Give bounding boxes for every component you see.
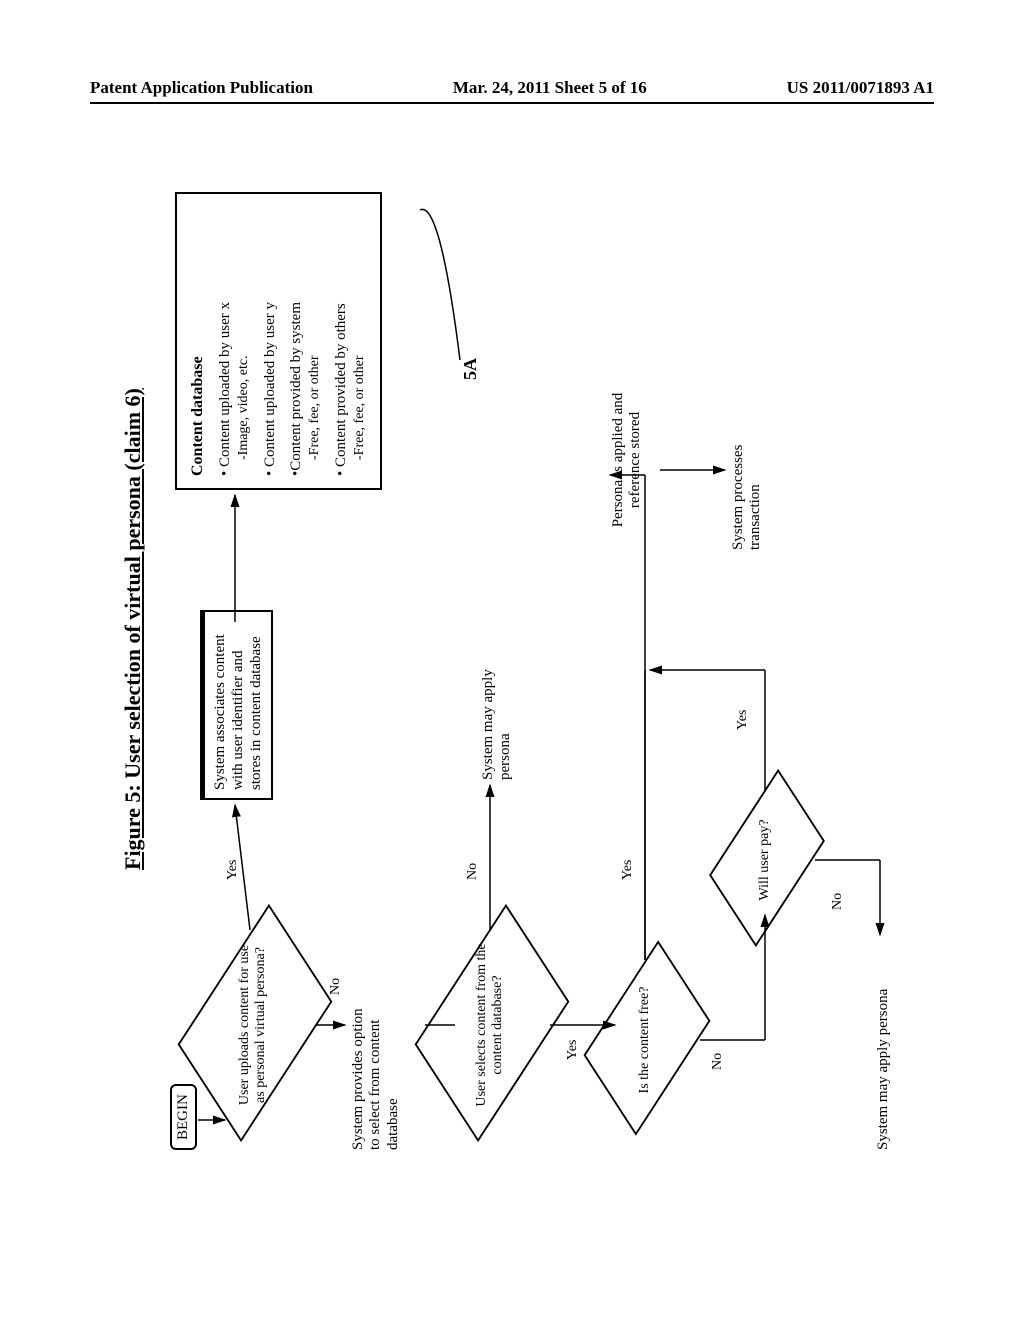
diamond-content-free-text: Is the content free? (637, 975, 653, 1105)
text-apply-persona-1: System may apply persona (480, 630, 515, 780)
label-no-1: No (328, 978, 344, 995)
header-center: Mar. 24, 2011 Sheet 5 of 16 (453, 78, 647, 98)
diamond-user-selects-text: User selects content from the content da… (474, 940, 506, 1110)
diamond-will-user-pay: Will user pay? (725, 800, 805, 920)
diamond-user-uploads-text: User uploads content for use as personal… (237, 940, 269, 1110)
figure-title: Figure 5: User selection of virtual pers… (120, 388, 146, 870)
label-no-3: No (710, 1053, 726, 1070)
process-system-associates: System associates content with user iden… (200, 610, 273, 800)
db-item-system-sub: -Free, fee, or other (306, 206, 325, 460)
db-item-system: Content provided by system (288, 302, 304, 471)
content-database-header: Content database (187, 206, 209, 476)
figure-wrap: Figure 5: User selection of virtual pers… (120, 170, 904, 1170)
diamond-user-selects: User selects content from the content da… (435, 945, 545, 1105)
db-item-others: Content provided by others (333, 303, 349, 467)
label-yes-3: Yes (620, 860, 636, 880)
label-yes-4: Yes (735, 710, 751, 730)
text-persona-applied: Persona is applied and reference stored (610, 370, 645, 550)
begin-box: BEGIN (170, 1084, 197, 1150)
header-right: US 2011/0071893 A1 (787, 78, 934, 98)
text-system-provides-option: System provides option to select from co… (350, 1000, 402, 1150)
db-item-user-x: Content uploaded by user x (217, 302, 233, 467)
header-left: Patent Application Publication (90, 78, 313, 98)
db-item-others-sub: -Free, fee, or other (351, 206, 370, 460)
figure-ref-5a: 5A (460, 358, 481, 380)
db-item-user-x-sub: -Image, video, etc. (235, 206, 254, 460)
label-no-4: No (830, 893, 846, 910)
diamond-will-user-pay-text: Will user pay? (757, 805, 773, 915)
content-database-box: Content database • Content uploaded by u… (175, 192, 382, 490)
db-item-user-y: Content uploaded by user y (262, 302, 278, 467)
text-apply-persona-2: System may apply persona (875, 930, 892, 1150)
page-header: Patent Application Publication Mar. 24, … (0, 78, 1024, 98)
diamond-user-uploads: User uploads content for use as personal… (198, 945, 308, 1105)
diamond-content-free: Is the content free? (600, 975, 690, 1105)
label-yes-2: Yes (565, 1040, 581, 1060)
label-yes-1: Yes (225, 860, 241, 880)
header-rule (90, 102, 934, 104)
figure-area: Figure 5: User selection of virtual pers… (120, 386, 1024, 1170)
label-no-2: No (465, 863, 481, 880)
text-system-processes-tx: System processes transaction (730, 390, 765, 550)
